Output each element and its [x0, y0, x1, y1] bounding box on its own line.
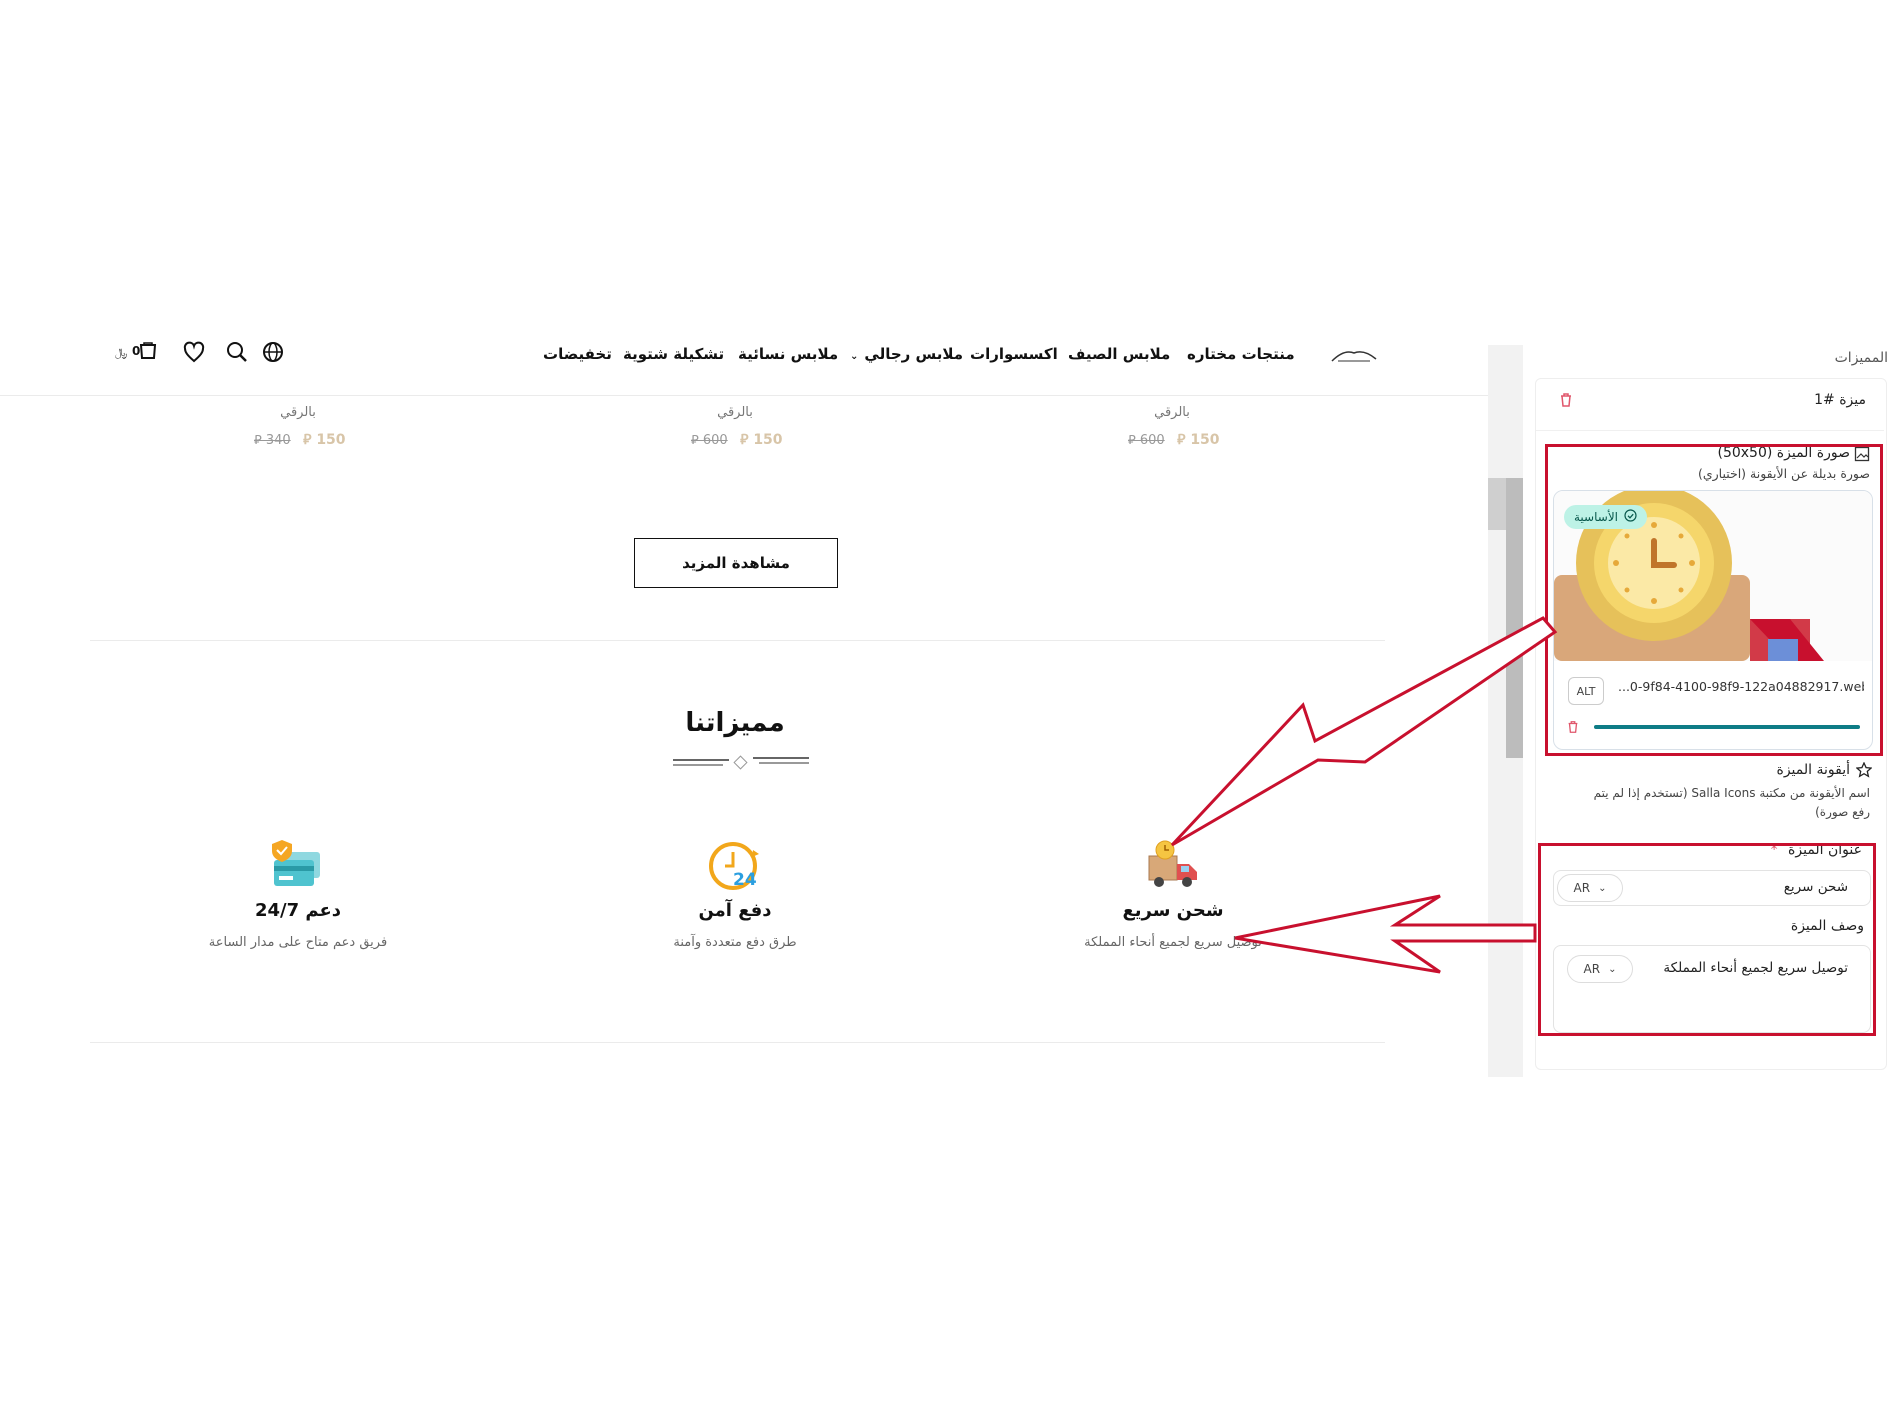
- annotation-arrows: [1170, 616, 1558, 974]
